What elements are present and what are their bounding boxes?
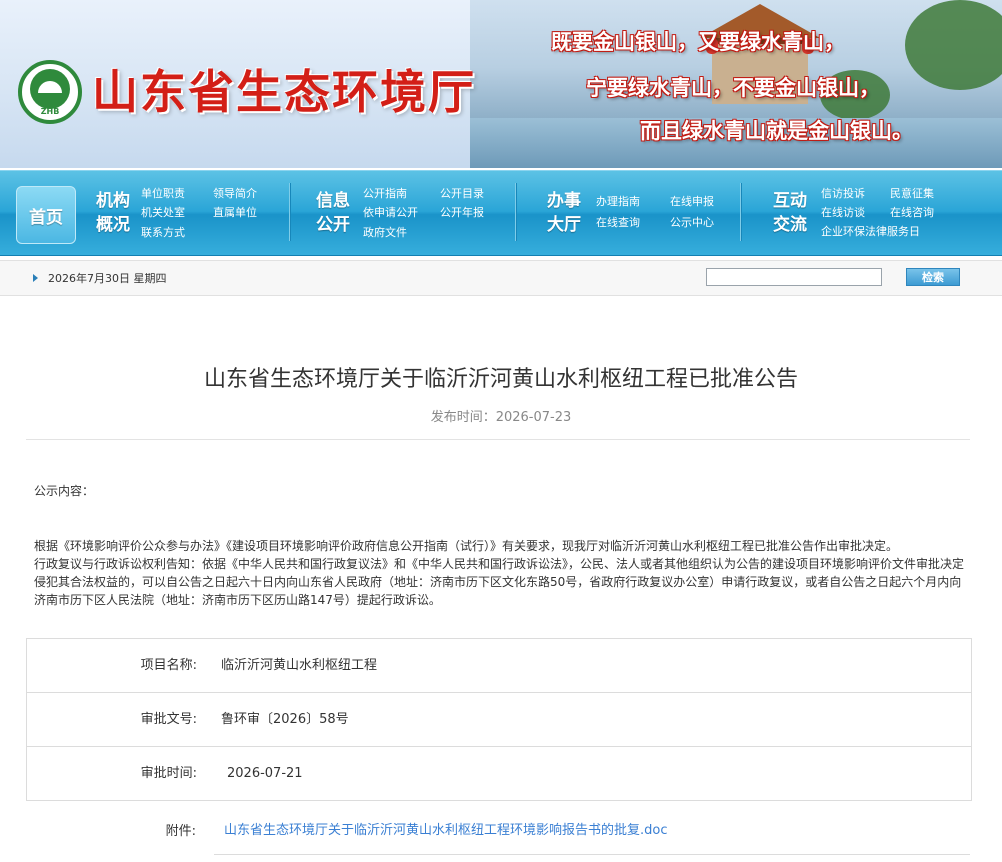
nav-link-gongkaimulu[interactable]: 公开目录 [440, 187, 484, 201]
nav-group-title-hudong[interactable]: 互动 交流 [770, 189, 810, 237]
table-row: 项目名称: 临沂沂河黄山水利枢纽工程 [27, 639, 971, 693]
project-info-table: 项目名称: 临沂沂河黄山水利枢纽工程 审批文号: 鲁环审〔2026〕58号 审批… [26, 638, 972, 801]
nav-link-yishenqinggongkai[interactable]: 依申请公开 [363, 206, 418, 220]
divider [26, 439, 970, 440]
body-paragraph: 根据《环境影响评价公众参与办法》《建设项目环境影响评价政府信息公开指南（试行）》… [34, 539, 899, 553]
nav-home-button[interactable]: 首页 [16, 186, 76, 244]
attachment-row: 附件: 山东省生态环境厅关于临沂沂河黄山水利枢纽工程环境影响报告书的批复.doc [26, 800, 970, 862]
nav-group-title-line: 信息 [316, 191, 350, 211]
nav-group-title-xinxi[interactable]: 信息 公开 [313, 189, 353, 237]
nav-group-title-line: 办事 [547, 191, 581, 211]
nav-group-title-line: 机构 [96, 191, 130, 211]
article-title: 山东省生态环境厅关于临沂沂河黄山水利枢纽工程已批准公告 [203, 367, 798, 392]
divider [214, 854, 970, 855]
nav-link-zaixianchaxun[interactable]: 在线查询 [596, 216, 640, 230]
slogan-line-2: 宁要绿水青山，不要金山银山， [586, 75, 880, 100]
project-name-value: 临沂沂河黄山水利枢纽工程 [221, 658, 378, 673]
nav-group-title-line: 概况 [96, 215, 130, 235]
nav-group-title-line: 大厅 [547, 215, 581, 235]
nav-link-danweizhize[interactable]: 单位职责 [141, 187, 185, 201]
site-banner: ZHB 山东省生态环境厅 既要金山银山，又要绿水青山， 宁要绿水青山，不要金山银… [0, 0, 1002, 168]
nav-link-xinfangtousu[interactable]: 信访投诉 [821, 187, 865, 201]
publish-time: 发布时间：2026-07-23 [430, 410, 572, 425]
nav-group-title-line: 互动 [773, 191, 807, 211]
nav-link-jiguanchushi[interactable]: 机关处室 [141, 206, 185, 220]
search-button[interactable]: 检索 [906, 268, 960, 286]
nav-link-gongkainianbao[interactable]: 公开年报 [440, 206, 484, 220]
nav-link-zaixianshenbao[interactable]: 在线申报 [670, 195, 714, 209]
nav-separator [289, 183, 291, 241]
main-nav: 首页 机构 概况 单位职责 领导简介 机关处室 直属单位 联系方式 信息 公开 … [0, 170, 1002, 256]
nav-group-title-banshi[interactable]: 办事 大厅 [544, 189, 584, 237]
logo-emblem-icon [30, 68, 70, 109]
notice-label: 公示内容： [34, 484, 95, 498]
nav-link-lingdaojianjie[interactable]: 领导简介 [213, 187, 257, 201]
approval-number-label: 审批文号: [140, 712, 197, 727]
attachment-link[interactable]: 山东省生态环境厅关于临沂沂河黄山水利枢纽工程环境影响报告书的批复.doc [224, 819, 668, 838]
article-body: 根据《环境影响评价公众参与办法》《建设项目环境影响评价政府信息公开指南（试行）》… [34, 537, 964, 609]
nav-link-qiyehuanbao[interactable]: 企业环保法律服务日 [821, 225, 920, 239]
nav-link-banlizhinan[interactable]: 办理指南 [596, 195, 640, 209]
approval-date-value: 2026-07-21 [227, 766, 303, 781]
nav-link-gongshizhongxin[interactable]: 公示中心 [670, 216, 714, 230]
nav-link-zhengfuwenjian[interactable]: 政府文件 [363, 226, 407, 240]
body-paragraph: 行政复议与行政诉讼权利告知：依据《中华人民共和国行政复议法》和《中华人民共和国行… [34, 557, 965, 607]
nav-group-title-jigou[interactable]: 机构 概况 [93, 189, 133, 237]
search-input[interactable] [706, 268, 882, 286]
slogan-line-1: 既要金山银山，又要绿水青山， [551, 29, 845, 54]
nav-link-minyizhengji[interactable]: 民意征集 [890, 187, 934, 201]
table-row: 审批文号: 鲁环审〔2026〕58号 [27, 693, 971, 747]
nav-separator [515, 183, 517, 241]
approval-date-label: 审批时间: [140, 766, 197, 781]
nav-group-title-line: 交流 [773, 215, 807, 235]
nav-link-zaixianzixun[interactable]: 在线咨询 [890, 206, 934, 220]
table-row: 审批时间: 2026-07-21 [27, 747, 971, 801]
nav-link-lianxifangshi[interactable]: 联系方式 [141, 226, 185, 240]
slogan-line-3: 而且绿水青山就是金山银山。 [640, 118, 913, 143]
nav-group-title-line: 公开 [316, 215, 350, 235]
attachment-label: 附件: [165, 824, 196, 839]
date-search-bar: 2026年7月30日 星期四 检索 [0, 260, 1002, 296]
nav-link-gongkaizhinan[interactable]: 公开指南 [363, 187, 407, 201]
site-title[interactable]: 山东省生态环境厅 [92, 56, 476, 122]
site-logo[interactable]: ZHB [18, 60, 82, 124]
approval-number-value: 鲁环审〔2026〕58号 [221, 712, 349, 727]
project-name-label: 项目名称: [140, 658, 197, 673]
current-date: 2026年7月30日 星期四 [48, 272, 167, 285]
nav-link-zhishudanwei[interactable]: 直属单位 [213, 206, 257, 220]
nav-link-zaixianfangtan[interactable]: 在线访谈 [821, 206, 865, 220]
nav-separator [740, 183, 742, 241]
triangle-right-icon [33, 274, 38, 282]
